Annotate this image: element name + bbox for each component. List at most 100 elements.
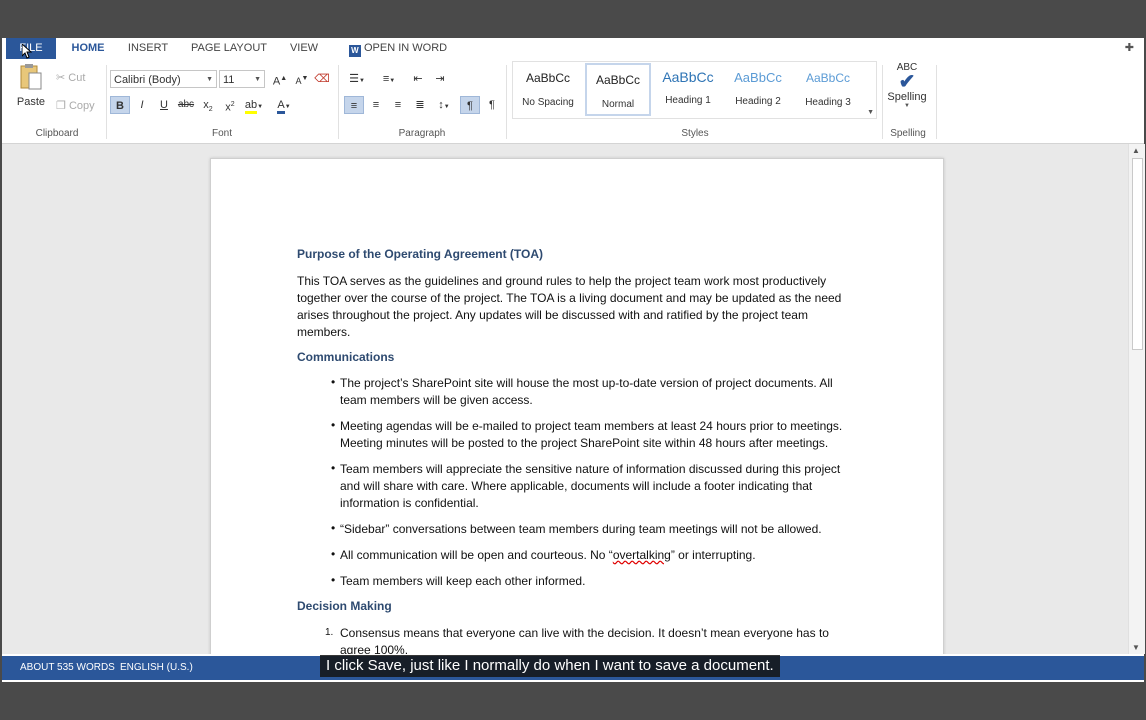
ltr-icon[interactable]: ¶ — [460, 96, 480, 114]
style-no-spacing[interactable]: AaBbCc No Spacing — [515, 63, 581, 116]
style-sample: AaBbCc — [662, 69, 714, 85]
separator — [936, 65, 937, 139]
bullets-icon[interactable]: ☰▼ — [344, 70, 370, 88]
text-run: ” or interrupting. — [670, 548, 756, 562]
list-item: Consensus means that everyone can live w… — [340, 626, 829, 654]
separator — [106, 65, 107, 139]
scroll-up-icon[interactable]: ▲ — [1132, 146, 1140, 155]
spelling-button[interactable]: ABC ✔ Spelling ▼ — [886, 62, 928, 109]
heading-purpose: Purpose of the Operating Agreement (TOA) — [297, 247, 544, 261]
style-heading-2[interactable]: AaBbCc Heading 2 — [725, 63, 791, 116]
cut-label: Cut — [68, 72, 86, 84]
line-spacing-icon[interactable]: ↕▼ — [432, 96, 456, 114]
align-left-icon[interactable]: ≡ — [344, 96, 364, 114]
font-size-combo[interactable]: 11 ▼ — [219, 70, 265, 88]
separator — [338, 65, 339, 139]
numbering-icon[interactable]: ≡▼ — [376, 70, 402, 88]
subscript-icon[interactable]: x2 — [198, 96, 218, 114]
italic-icon[interactable]: I — [132, 96, 152, 114]
ribbon-home: Paste ✂ Cut ❐ Copy Clipboard Calibri (Bo… — [2, 59, 1144, 144]
font-size-value: 11 — [223, 74, 235, 86]
grow-font-icon[interactable]: A▲ — [270, 70, 290, 88]
language-indicator[interactable]: ENGLISH (U.S.) — [120, 662, 193, 673]
paragraph-group-label: Paragraph — [398, 128, 446, 139]
highlight-icon[interactable]: ab▼ — [242, 96, 266, 114]
tab-page-layout[interactable]: PAGE LAYOUT — [186, 38, 272, 59]
font-group-label: Font — [211, 128, 232, 139]
scrollbar-thumb[interactable] — [1132, 158, 1143, 350]
font-name-combo[interactable]: Calibri (Body) ▼ — [110, 70, 217, 88]
increase-indent-icon[interactable]: ⇥ — [430, 70, 450, 88]
video-caption: I click Save, just like I normally do wh… — [320, 655, 780, 677]
rtl-icon[interactable]: ¶ — [482, 96, 502, 114]
document-page[interactable]: Purpose of the Operating Agreement (TOA)… — [210, 158, 944, 654]
word-online-window: FILE HOME INSERT PAGE LAYOUT VIEW W OPEN… — [2, 38, 1145, 682]
strikethrough-icon[interactable]: abc — [176, 96, 196, 114]
scroll-down-icon[interactable]: ▼ — [1132, 643, 1140, 652]
word-logo-icon: W — [348, 45, 361, 57]
shrink-font-icon[interactable]: A▼ — [292, 70, 312, 88]
style-sample: AaBbCc — [525, 71, 571, 85]
bullet-marker: • — [331, 375, 336, 389]
document-canvas: Purpose of the Operating Agreement (TOA)… — [2, 144, 1128, 654]
bold-icon[interactable]: B — [110, 96, 130, 114]
style-name: Heading 1 — [665, 95, 711, 106]
paste-button[interactable]: Paste — [16, 63, 46, 109]
align-center-icon[interactable]: ≡ — [366, 96, 386, 114]
copy-button[interactable]: ❐ Copy — [56, 99, 95, 112]
style-name: Heading 2 — [735, 96, 781, 107]
style-normal[interactable]: AaBbCc Normal — [585, 63, 651, 116]
superscript-icon[interactable]: x2 — [220, 96, 240, 114]
tab-insert[interactable]: INSERT — [122, 38, 174, 59]
list-item: All communication will be open and court… — [340, 547, 860, 564]
heading-decision-making: Decision Making — [297, 599, 392, 613]
style-heading-1[interactable]: AaBbCc Heading 1 — [655, 63, 721, 116]
bullet-marker: • — [331, 521, 336, 535]
tab-home[interactable]: HOME — [64, 38, 112, 59]
paste-icon — [20, 64, 42, 90]
clipboard-group-label: Clipboard — [35, 128, 79, 139]
list-item: “Sidebar” conversations between team mem… — [340, 522, 822, 536]
tab-open-in-word[interactable]: W OPEN IN WORD — [346, 38, 450, 59]
style-name: No Spacing — [522, 97, 574, 108]
font-color-icon[interactable]: A▼ — [272, 96, 296, 114]
style-name: Heading 3 — [805, 97, 851, 108]
clear-formatting-icon[interactable]: ⌫ — [312, 70, 332, 88]
styles-more-icon[interactable]: ▼ — [867, 109, 874, 116]
align-right-icon[interactable]: ≡ — [388, 96, 408, 114]
word-count[interactable]: ABOUT 535 WORDS — [20, 662, 115, 673]
vertical-scrollbar[interactable]: ▲ ▼ — [1128, 144, 1145, 654]
list-item: Meeting agendas will be e-mailed to proj… — [340, 419, 843, 450]
style-heading-3[interactable]: AaBbCc Heading 3 — [795, 63, 861, 116]
paste-label: Paste — [16, 96, 46, 108]
font-name-value: Calibri (Body) — [114, 74, 181, 86]
checkmark-icon: ✔ — [898, 71, 916, 93]
chevron-down-icon: ▼ — [254, 76, 261, 83]
list-item: Team members will keep each other inform… — [340, 574, 586, 588]
justify-icon[interactable]: ≣ — [410, 96, 430, 114]
separator — [506, 65, 507, 139]
tab-view[interactable]: VIEW — [284, 38, 324, 59]
decrease-indent-icon[interactable]: ⇤ — [408, 70, 428, 88]
underline-icon[interactable]: U — [154, 96, 174, 114]
spelling-group-label: Spelling — [890, 128, 926, 139]
open-in-word-label: OPEN IN WORD — [363, 42, 448, 54]
bullet-marker: • — [331, 461, 336, 475]
paragraph-purpose: This TOA serves as the guidelines and gr… — [297, 274, 842, 339]
style-sample: AaBbCc — [595, 73, 641, 87]
list-number: 1. — [325, 627, 334, 638]
list-item: Team members will appreciate the sensiti… — [340, 462, 841, 510]
text-run: All communication will be open and court… — [340, 548, 613, 562]
bullet-marker: • — [331, 547, 336, 561]
list-item: The project’s SharePoint site will house… — [340, 376, 833, 407]
pin-ribbon-icon[interactable]: ✚ — [1125, 41, 1134, 54]
chevron-down-icon: ▼ — [904, 103, 910, 109]
style-name: Normal — [601, 99, 635, 110]
style-sample: AaBbCc — [734, 70, 782, 85]
chevron-down-icon: ▼ — [206, 76, 213, 83]
bullet-marker: • — [331, 418, 336, 432]
cut-button[interactable]: ✂ Cut — [56, 71, 85, 84]
misspelled-word[interactable]: overtalking — [613, 548, 671, 562]
styles-group-label: Styles — [681, 128, 709, 139]
bullet-marker: • — [331, 573, 336, 587]
